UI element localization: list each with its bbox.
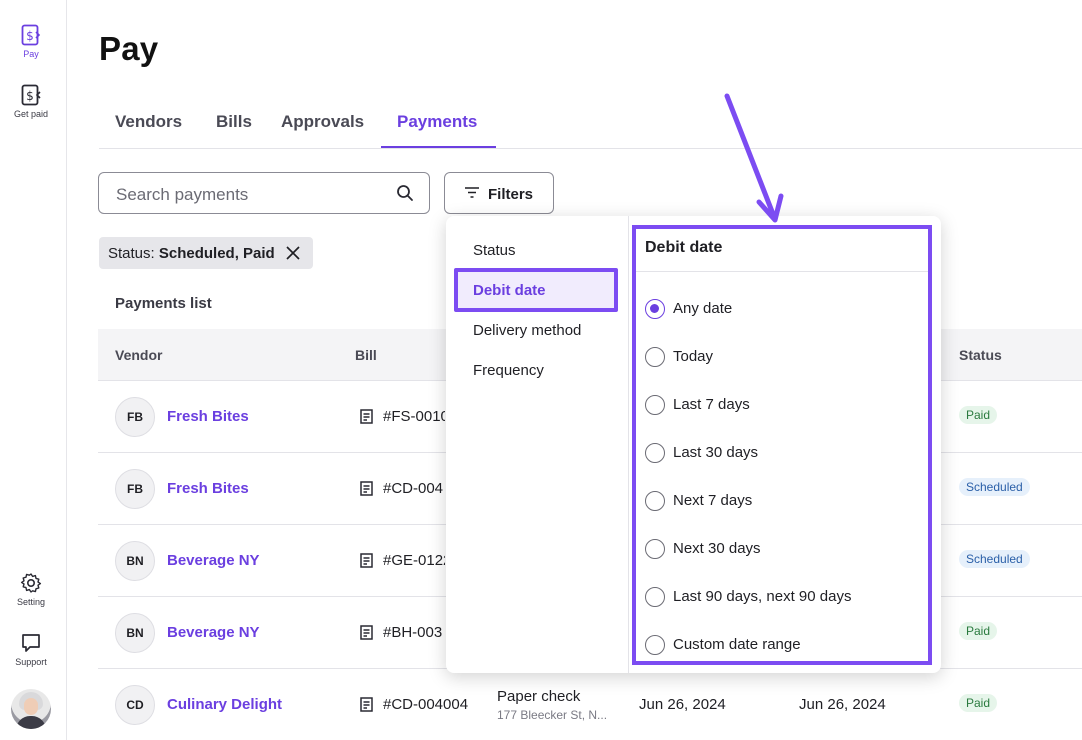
filters-button[interactable]: Filters: [444, 172, 554, 214]
vendor-initials: BN: [115, 541, 155, 581]
rail-label-setting: Setting: [16, 597, 46, 607]
option-label: Last 90 days, next 90 days: [673, 588, 852, 605]
option-label: Last 30 days: [673, 444, 759, 461]
filter-category-debit-date[interactable]: Debit date: [454, 268, 618, 312]
page-title: Pay: [99, 30, 159, 67]
option-label: Last 7 days: [673, 396, 750, 413]
filters-button-label: Filters: [488, 186, 534, 203]
option-label: Any date: [673, 300, 733, 317]
vendor-link[interactable]: Culinary Delight: [167, 696, 282, 713]
rail-item-setting[interactable]: Setting: [0, 572, 62, 607]
bill-icon: [360, 409, 373, 424]
bill-number[interactable]: #FS-0010: [383, 408, 445, 425]
option-label: Next 7 days: [673, 492, 753, 509]
rail-item-get-paid[interactable]: $ Get paid: [0, 84, 62, 119]
bill-number[interactable]: #CD-004004: [383, 696, 468, 713]
radio-button[interactable]: [645, 347, 665, 367]
active-tab-indicator: [381, 146, 496, 148]
filter-category-delivery-method[interactable]: Delivery method: [473, 322, 581, 339]
search-placeholder: Search payments: [116, 185, 249, 204]
annotation-arrow-icon: [724, 93, 784, 223]
filters-dropdown: Status Debit date Delivery method Freque…: [446, 216, 941, 673]
vendor-link[interactable]: Beverage NY: [167, 552, 260, 569]
vendor-link[interactable]: Beverage NY: [167, 624, 260, 641]
vendor-initials: CD: [115, 685, 155, 725]
column-vendor[interactable]: Vendor: [115, 347, 162, 363]
status-filter-chip: Status: Scheduled, Paid: [99, 237, 313, 269]
vendor-link[interactable]: Fresh Bites: [167, 480, 249, 497]
debit-date-panel: Debit date Any date Today Last 7 days La…: [632, 225, 932, 665]
close-icon[interactable]: [285, 245, 301, 261]
status-badge: Scheduled: [959, 478, 1030, 496]
filter-category-frequency[interactable]: Frequency: [473, 362, 544, 379]
svg-text:$: $: [26, 29, 34, 43]
column-status[interactable]: Status: [959, 347, 1002, 363]
bill-icon: [360, 697, 373, 712]
option-label: Custom date range: [673, 636, 801, 653]
status-badge: Paid: [959, 406, 998, 424]
radio-button[interactable]: [645, 491, 665, 511]
bill-number[interactable]: #BH-003: [383, 624, 445, 641]
tab-bar: Vendors Bills Approvals Payments: [99, 104, 1082, 149]
bill-icon: [360, 625, 373, 640]
delivery-method: Paper check: [497, 688, 581, 705]
table-row[interactable]: CD Culinary Delight #CD-004004 Paper che…: [98, 669, 1082, 740]
left-rail: $ Pay $ Get paid Setting Support: [0, 0, 67, 740]
rail-item-support[interactable]: Support: [0, 632, 62, 667]
status-badge: Paid: [959, 622, 998, 640]
bill-icon: [360, 553, 373, 568]
tab-approvals[interactable]: Approvals: [281, 112, 364, 132]
pay-icon: $: [21, 24, 41, 46]
filter-icon: [465, 187, 479, 198]
radio-button-selected[interactable]: [645, 299, 665, 319]
delivery-address: 177 Bleecker St, N...: [497, 708, 608, 722]
tab-payments[interactable]: Payments: [397, 112, 477, 132]
get-paid-icon: $: [21, 84, 41, 106]
radio-button[interactable]: [645, 443, 665, 463]
status-badge: Paid: [959, 694, 998, 712]
filter-category-list: Status Debit date Delivery method Freque…: [446, 216, 629, 673]
chip-prefix: Status:: [108, 245, 159, 262]
chip-value: Scheduled, Paid: [158, 245, 275, 262]
chat-bubble-icon: [22, 634, 40, 652]
debit-date: Jun 26, 2024: [639, 696, 726, 713]
option-label: Next 30 days: [673, 540, 761, 557]
svg-text:$: $: [26, 89, 34, 103]
bill-number[interactable]: #CD-004: [383, 480, 445, 497]
gear-icon: [20, 573, 42, 593]
radio-button[interactable]: [645, 635, 665, 655]
chip-label: Status: Scheduled, Paid: [108, 245, 275, 262]
bill-icon: [360, 481, 373, 496]
rail-label-support: Support: [15, 657, 47, 667]
tab-vendors[interactable]: Vendors: [115, 112, 182, 132]
search-icon: [397, 185, 413, 201]
radio-button[interactable]: [645, 395, 665, 415]
vendor-initials: FB: [115, 397, 155, 437]
debit-date-panel-title: Debit date: [645, 239, 723, 256]
rail-item-pay[interactable]: $ Pay: [0, 24, 62, 59]
option-label: Today: [673, 348, 714, 365]
radio-button[interactable]: [645, 539, 665, 559]
filter-category-debit-date-label: Debit date: [473, 282, 546, 299]
filter-category-status[interactable]: Status: [473, 242, 516, 259]
status-badge: Scheduled: [959, 550, 1030, 568]
radio-button[interactable]: [645, 587, 665, 607]
user-avatar[interactable]: [11, 689, 51, 729]
payments-list-title: Payments list: [115, 295, 212, 312]
tab-bills[interactable]: Bills: [216, 112, 252, 132]
column-bill[interactable]: Bill: [355, 347, 377, 363]
bill-number[interactable]: #GE-0122: [383, 552, 445, 569]
vendor-initials: FB: [115, 469, 155, 509]
rail-label-get-paid: Get paid: [13, 109, 49, 119]
delivery-date: Jun 26, 2024: [799, 696, 886, 713]
vendor-link[interactable]: Fresh Bites: [167, 408, 249, 425]
search-input[interactable]: Search payments: [98, 172, 430, 214]
debit-date-panel-header: Debit date: [636, 229, 928, 272]
vendor-initials: BN: [115, 613, 155, 653]
rail-label-pay: Pay: [23, 49, 39, 59]
